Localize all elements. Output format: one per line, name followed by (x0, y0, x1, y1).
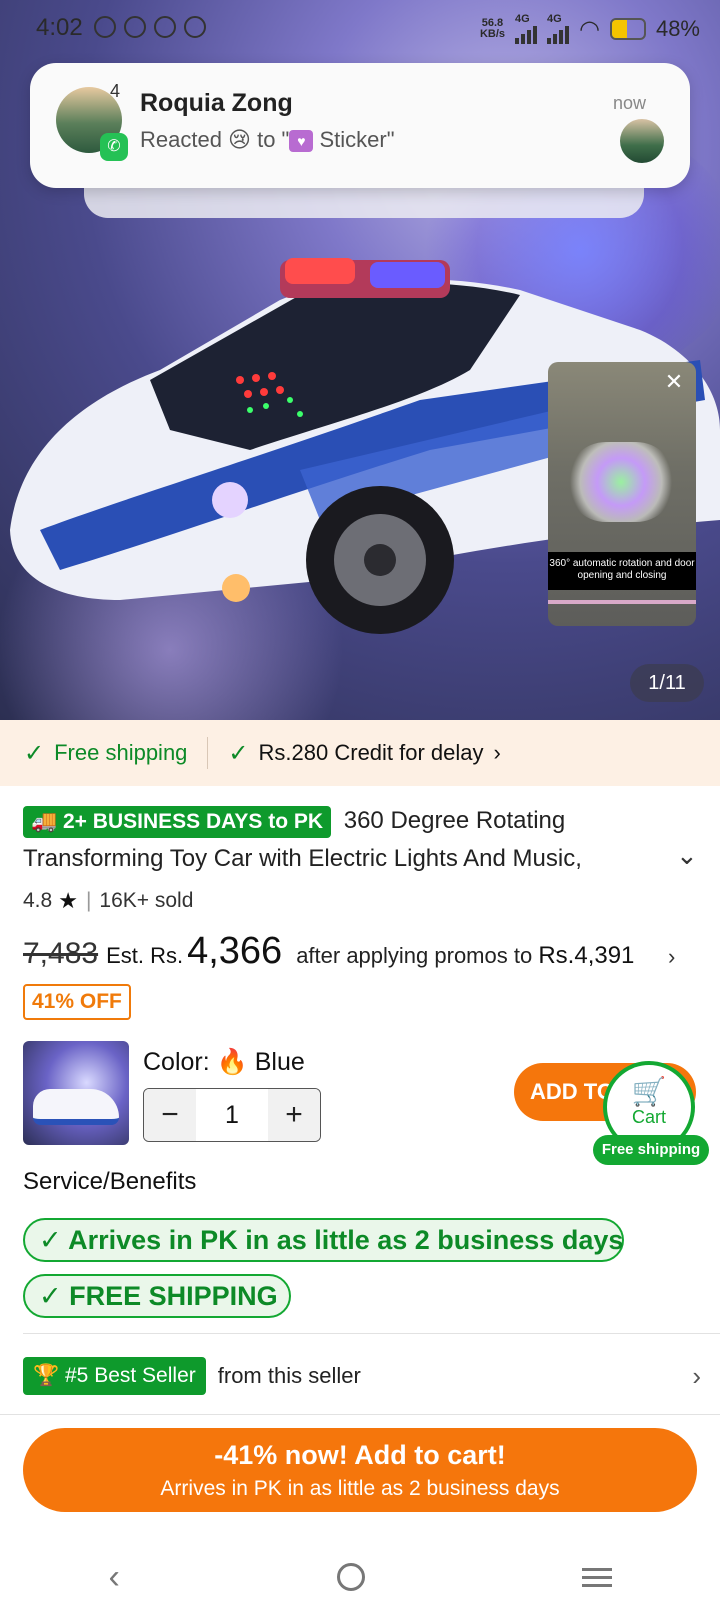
benefit-pill: ✓ Arrives in PK in as little as 2 busine… (23, 1218, 624, 1262)
video-preview[interactable]: ✕ 360° automatic rotation and door openi… (548, 362, 696, 626)
clock: 4:02 (36, 14, 83, 41)
best-seller-label: from this seller (217, 1363, 361, 1388)
message-count: 4 (110, 81, 121, 101)
shipping-strip[interactable]: ✓ Free shipping ✓ Rs.280 Credit for dela… (0, 720, 720, 786)
notification-message: Reacted 😢 to " ♥ Sticker" (140, 127, 395, 153)
battery-percent: 48% (655, 16, 700, 41)
divider (207, 737, 209, 769)
service-heading: Service/Benefits (23, 1168, 197, 1195)
divider (0, 1414, 720, 1415)
facebook-status-icon (184, 16, 206, 38)
credit-label: Rs.280 Credit for delay (258, 740, 484, 765)
benefit-pill: ✓ FREE SHIPPING (23, 1274, 291, 1318)
variant-thumbnail[interactable] (23, 1041, 129, 1145)
check-icon: ✓ (39, 1281, 62, 1311)
quantity-value: 1 (225, 1100, 239, 1129)
add-to-cart-cta[interactable]: -41% now! Add to cart! Arrives in PK in … (23, 1428, 697, 1512)
promo-text: after applying promos to Rs.4,391 (296, 942, 635, 969)
wifi-icon: ◠ (579, 15, 600, 43)
back-icon[interactable]: ‹ (108, 1558, 119, 1597)
increase-button[interactable]: + (268, 1089, 320, 1141)
menu-icon[interactable] (581, 1563, 612, 1592)
video-frame (566, 442, 676, 522)
toy-car-thumbnail (33, 1089, 119, 1125)
free-shipping-label: Free shipping (54, 740, 188, 765)
chevron-right-icon: › (692, 1361, 701, 1391)
gallery-page-indicator: 1/11 (630, 664, 704, 702)
flame-icon: 🔥 (216, 1048, 248, 1076)
product-title[interactable]: 🚚 2+ BUSINESS DAYS to PK 360 Degree Rota… (23, 802, 693, 878)
check-icon: ✓ (228, 739, 249, 767)
video-progress (548, 600, 696, 604)
color-value: Blue (254, 1048, 305, 1076)
discount-badge: 41% OFF (23, 984, 131, 1020)
cta-subtitle: Arrives in PK in as little as 2 business… (160, 1477, 560, 1500)
quantity-stepper[interactable]: − 1 + (143, 1088, 321, 1142)
whatsapp-status-icon (94, 16, 116, 38)
best-seller-row[interactable]: 🏆 #5 Best Seller from this seller › (23, 1357, 703, 1395)
youtube-status-icon (154, 16, 176, 38)
title-line-1: 360 Degree Rotating (343, 807, 566, 834)
cart-icon: 🛒 (631, 1076, 667, 1107)
temu-status-icon (124, 16, 146, 38)
network-speed: 56.8 KB/s (479, 17, 505, 40)
whatsapp-icon: ✆ (100, 133, 128, 161)
notification-thumbnail (620, 119, 664, 163)
star-icon: ★ (58, 888, 78, 913)
expand-title-icon[interactable]: ⌄ (676, 840, 698, 871)
current-price: 4,366 (187, 930, 283, 972)
est-label: Est. Rs. (106, 943, 184, 968)
cart-free-shipping-tag: Free shipping (593, 1135, 709, 1165)
check-icon: ✓ (39, 1225, 62, 1255)
notification-banner[interactable]: 4 ✆ Roquia Zong Reacted 😢 to " ♥ Sticker"… (30, 63, 690, 188)
notification-time: now (612, 93, 646, 113)
battery-icon (609, 18, 646, 40)
delivery-badge: 🚚 2+ BUSINESS DAYS to PK (23, 806, 332, 838)
divider (23, 1333, 720, 1334)
price-row[interactable]: 7,483 Est. Rs. 4,366 after applying prom… (23, 930, 634, 973)
signal-1-icon: 4G (515, 14, 537, 44)
home-icon[interactable] (336, 1563, 365, 1591)
sold-count: 16K+ sold (99, 889, 194, 912)
system-nav-bar: ‹ (0, 1542, 720, 1612)
title-line-2: Transforming Toy Car with Electric Light… (23, 845, 582, 872)
video-caption: 360° automatic rotation and door opening… (548, 552, 696, 590)
best-seller-badge: 🏆 #5 Best Seller (23, 1357, 206, 1395)
notification-sender: Roquia Zong (140, 89, 293, 117)
chevron-right-icon: › (493, 740, 501, 765)
cart-label: Cart (631, 1107, 666, 1127)
original-price: 7,483 (23, 937, 99, 970)
check-icon: ✓ (24, 739, 45, 767)
divider: | (85, 889, 92, 912)
rating-row: 4.8 ★ | 16K+ sold (23, 888, 193, 914)
heart-sticker-icon: ♥ (289, 130, 314, 153)
status-bar: 4:02 56.8 KB/s 4G 4G ◠ 48% (0, 0, 720, 56)
cta-title: -41% now! Add to cart! (214, 1440, 506, 1470)
decrease-button[interactable]: − (144, 1089, 196, 1141)
close-icon[interactable]: ✕ (660, 368, 688, 396)
signal-2-icon: 4G (547, 14, 569, 44)
color-selector[interactable]: Color: 🔥 Blue (143, 1048, 305, 1077)
rating-value: 4.8 (23, 889, 53, 912)
chevron-right-icon[interactable]: › (668, 944, 675, 970)
trophy-icon: 🏆 (33, 1364, 60, 1387)
truck-icon: 🚚 (31, 810, 58, 833)
